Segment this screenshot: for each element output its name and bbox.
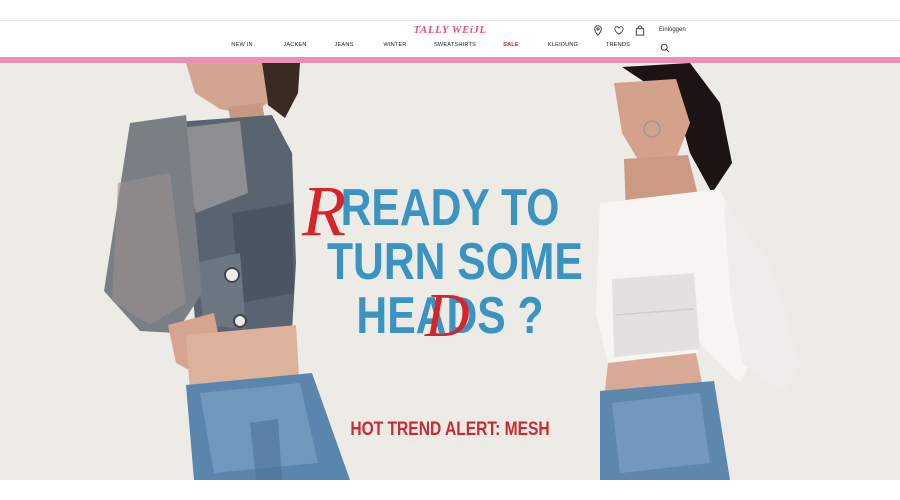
nav-item-kleidung[interactable]: KLEIDUNG [548, 42, 578, 48]
header-utilities: Einloggen [592, 24, 686, 36]
headline-line-2: TURN SOME [327, 233, 583, 291]
nav-item-sale[interactable]: SALE [503, 42, 519, 48]
shopping-bag-icon[interactable] [634, 24, 646, 36]
page-bottom-strip [0, 480, 900, 500]
hero-tagline[interactable]: HOT TREND ALERT: MESH [327, 419, 573, 441]
nav-item-jacken[interactable]: JACKEN [283, 42, 306, 48]
headline-line-1: READY TO [340, 179, 560, 237]
hero-banner[interactable]: READY TO TURN SOME HEADS ? R D HOT TREND… [0, 63, 900, 480]
headline-line-3: HEADS ? [356, 287, 544, 345]
login-link[interactable]: Einloggen [659, 27, 686, 33]
search-icon[interactable] [660, 40, 670, 53]
hero-headline: READY TO TURN SOME HEADS ? [327, 179, 583, 345]
nav-item-trends[interactable]: TRENDS [606, 42, 630, 48]
main-navigation: NEW IN JACKEN JEANS WINTER SWEATSHIRTS S… [0, 42, 900, 54]
header-top-rule [0, 20, 900, 21]
nav-item-new-in[interactable]: NEW IN [231, 42, 252, 48]
nav-item-winter[interactable]: WINTER [383, 42, 406, 48]
location-pin-icon[interactable] [592, 24, 604, 36]
nav-item-jeans[interactable]: JEANS [334, 42, 353, 48]
nav-item-sweatshirts[interactable]: SWEATSHIRTS [434, 42, 476, 48]
heart-icon[interactable] [613, 24, 625, 36]
brand-logo[interactable]: TALLY WEiJL [0, 24, 900, 36]
